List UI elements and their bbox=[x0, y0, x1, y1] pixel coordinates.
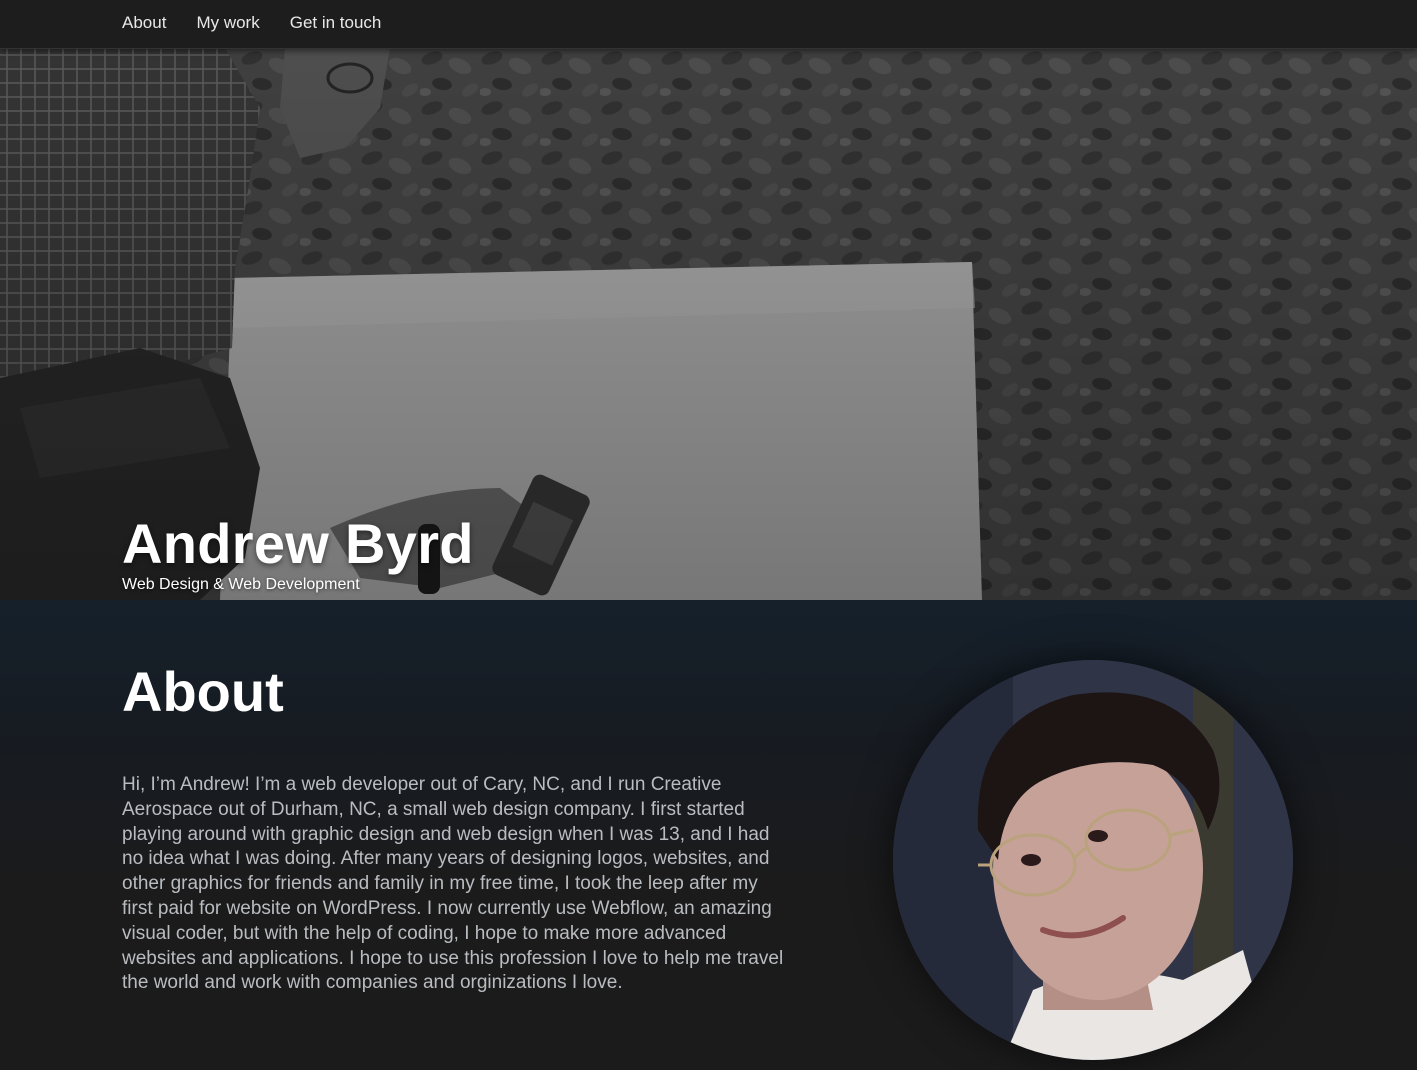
about-section: About Hi, I’m Andrew! I’m a web develope… bbox=[0, 600, 1417, 1070]
about-heading: About bbox=[122, 660, 284, 723]
nav-link-my-work[interactable]: My work bbox=[196, 13, 259, 33]
nav-link-about[interactable]: About bbox=[122, 13, 166, 33]
hero-subtitle: Web Design & Web Development bbox=[122, 576, 360, 593]
nav-link-get-in-touch[interactable]: Get in touch bbox=[290, 13, 382, 33]
hero-title: Andrew Byrd bbox=[122, 512, 474, 575]
hero-section: Andrew Byrd Web Design & Web Development bbox=[0, 48, 1417, 600]
portrait-illustration bbox=[893, 660, 1293, 1060]
about-body-text: Hi, I’m Andrew! I’m a web developer out … bbox=[122, 774, 784, 994]
top-nav: About My work Get in touch bbox=[0, 0, 1417, 49]
nav-links: About My work Get in touch bbox=[122, 13, 411, 33]
portrait-photo bbox=[893, 660, 1293, 1060]
